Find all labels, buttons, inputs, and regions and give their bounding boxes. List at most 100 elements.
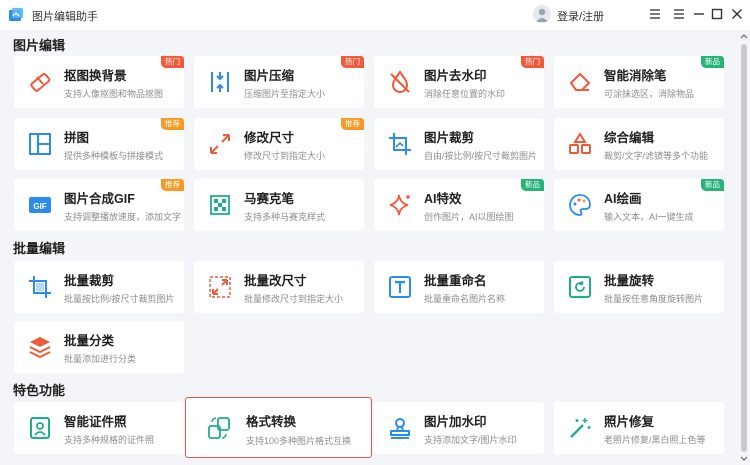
rotate-icon <box>569 276 591 298</box>
card-remove-watermark[interactable]: 图片去水印 消除任意位置的水印 热门 <box>374 56 544 108</box>
card-title: 马赛克笔 <box>244 192 295 206</box>
card-title: 图片去水印 <box>424 69 487 83</box>
minimize-icon[interactable] <box>691 6 707 22</box>
card-desc: 老照片修复/黑白照上色等 <box>604 435 706 445</box>
card-add-watermark[interactable]: 图片加水印 支持添加文字/图片水印 <box>374 402 544 454</box>
card-desc: 批量按比例/按尺寸裁剪图片 <box>64 294 175 304</box>
card-desc: 批量修改尺寸到指定大小 <box>244 294 344 304</box>
card-desc: 创作图片，AI以图绘图 <box>424 212 514 222</box>
maximize-icon[interactable] <box>709 6 725 22</box>
new-badge: 新品 <box>701 179 724 191</box>
user-avatar[interactable] <box>533 5 551 23</box>
card-mosaic-pen[interactable]: 马赛克笔 支持多种马赛克样式 <box>194 179 364 231</box>
palette-icon <box>569 194 591 216</box>
eraser-pen-icon <box>569 72 591 91</box>
card-desc: 支持100多种图片格式互换 <box>246 436 352 446</box>
layers-icon <box>29 337 51 359</box>
card-gif-maker[interactable]: GIF 图片合成GIF 支持调整播放速度，添加文字 推荐 <box>14 179 184 231</box>
card-resize[interactable]: 修改尺寸 修改尺寸到指定大小 推荐 <box>194 118 364 170</box>
login-register-link[interactable]: 登录/注册 <box>557 8 604 24</box>
batch-crop-icon <box>29 276 51 298</box>
card-desc: 支持人像抠图和物品抠图 <box>64 89 164 99</box>
card-title: AI特效 <box>424 192 462 206</box>
card-image-crop[interactable]: 图片裁剪 自由/按比例/按尺寸裁剪图片 <box>374 118 544 170</box>
close-icon[interactable] <box>729 6 745 22</box>
shapes-icon <box>569 132 591 154</box>
new-badge: 新品 <box>701 56 724 68</box>
card-title: 批量重命名 <box>424 274 487 288</box>
settings-menu-icon[interactable] <box>647 6 663 22</box>
hot-badge: 热门 <box>521 56 544 68</box>
mosaic-icon <box>210 195 230 215</box>
user-icon <box>536 8 548 22</box>
card-title: 图片加水印 <box>424 415 487 429</box>
hot-badge: 热门 <box>161 56 184 68</box>
section-title-featured: 特色功能 <box>13 383 66 398</box>
card-batch-resize[interactable]: 批量改尺寸 批量修改尺寸到指定大小 <box>194 261 364 313</box>
scrollbar-thumb[interactable] <box>741 44 747 452</box>
card-title: 照片修复 <box>604 415 655 429</box>
card-title: 图片合成GIF <box>64 192 135 206</box>
card-batch-crop[interactable]: 批量裁剪 批量按比例/按尺寸裁剪图片 <box>14 261 184 313</box>
card-photo-restore[interactable]: 照片修复 老照片修复/黑白照上色等 <box>554 402 724 454</box>
section-title-image-edit: 图片编辑 <box>13 38 66 53</box>
card-collage[interactable]: 拼图 提供多种模板与拼接模式 推荐 <box>14 118 184 170</box>
card-desc: 批量重命名图片名称 <box>424 294 506 304</box>
card-title: 图片压缩 <box>244 69 295 83</box>
magic-wand-icon <box>570 418 591 438</box>
card-ai-painting[interactable]: AI绘画 输入文本，AI一键生成 新品 <box>554 179 724 231</box>
card-title: 格式转换 <box>246 415 297 429</box>
card-desc: 压缩图片至指定大小 <box>244 89 326 99</box>
id-photo-icon <box>30 417 50 439</box>
svg-text:GIF: GIF <box>33 202 46 211</box>
new-badge: 新品 <box>521 179 544 191</box>
card-image-compress[interactable]: 图片压缩 压缩图片至指定大小 热门 <box>194 56 364 108</box>
card-id-photo[interactable]: 智能证件照 支持多种规格的证件照 <box>14 402 184 454</box>
scroll-up-icon[interactable] <box>739 32 749 40</box>
card-batch-rotate[interactable]: 批量旋转 批量按任意角度旋转图片 <box>554 261 724 313</box>
app-logo-icon <box>9 8 23 21</box>
card-smart-eraser[interactable]: 智能消除笔 可涂抹选区，消除物品 新品 <box>554 56 724 108</box>
eraser-icon <box>30 72 51 92</box>
card-desc: 裁剪/文字/滤镜等多个功能 <box>604 151 709 161</box>
card-batch-classify[interactable]: 批量分类 批量添加进行分类 <box>14 321 184 373</box>
card-desc: 支持多种规格的证件照 <box>64 435 155 445</box>
layout-icon <box>29 133 51 155</box>
card-title: 智能消除笔 <box>604 69 667 83</box>
card-desc: 消除任意位置的水印 <box>424 89 506 99</box>
card-desc: 输入文本，AI一键生成 <box>604 212 694 222</box>
sparkle-icon <box>389 194 410 216</box>
scroll-down-icon[interactable] <box>739 455 749 463</box>
card-desc: 支持调整播放速度，添加文字 <box>64 212 182 222</box>
card-title: AI绘画 <box>604 192 642 206</box>
card-title: 抠图换背景 <box>64 69 127 83</box>
card-title: 修改尺寸 <box>244 131 295 145</box>
rename-icon <box>389 276 411 298</box>
app-title: 图片编辑助手 <box>32 11 98 23</box>
card-title: 批量改尺寸 <box>244 274 307 288</box>
card-comprehensive-edit[interactable]: 综合编辑 裁剪/文字/滤镜等多个功能 <box>554 118 724 170</box>
card-desc: 提供多种模板与拼接模式 <box>64 151 164 161</box>
card-desc: 可涂抹选区，消除物品 <box>604 89 695 99</box>
recommend-badge: 推荐 <box>161 179 184 191</box>
recommend-badge: 推荐 <box>341 118 364 130</box>
card-format-convert[interactable]: 格式转换 支持100多种图片格式互换 <box>185 397 372 458</box>
card-title: 综合编辑 <box>604 131 655 145</box>
card-desc: 修改尺寸到指定大小 <box>244 151 326 161</box>
card-title: 图片裁剪 <box>424 131 475 145</box>
card-cutout-background[interactable]: 抠图换背景 支持人像抠图和物品抠图 热门 <box>14 56 184 108</box>
title-bar: 图片编辑助手 登录/注册 <box>0 0 750 30</box>
menu-icon[interactable] <box>671 6 687 22</box>
card-title: 智能证件照 <box>64 415 127 429</box>
card-desc: 自由/按比例/按尺寸裁剪图片 <box>424 151 538 161</box>
drop-slash-icon <box>390 70 410 93</box>
batch-resize-icon <box>209 276 231 298</box>
section-title-batch-edit: 批量编辑 <box>13 241 66 256</box>
crop-icon <box>389 133 411 155</box>
card-desc: 批量添加进行分类 <box>64 354 137 364</box>
card-desc: 支持多种马赛克样式 <box>244 212 326 222</box>
card-ai-effects[interactable]: AI特效 创作图片，AI以图绘图 新品 <box>374 179 544 231</box>
card-batch-rename[interactable]: 批量重命名 批量重命名图片名称 <box>374 261 544 313</box>
card-title: 批量旋转 <box>604 274 655 288</box>
recommend-badge: 推荐 <box>161 118 184 130</box>
